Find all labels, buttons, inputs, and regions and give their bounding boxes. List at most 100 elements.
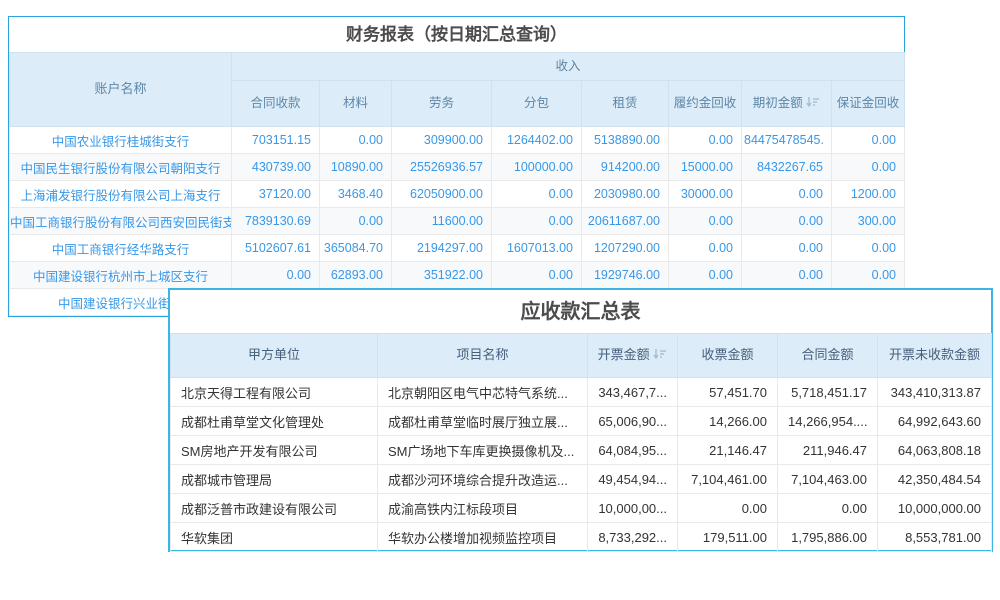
table-cell: 5102607.61 [232, 235, 320, 262]
table-cell: 1607013.00 [492, 235, 582, 262]
table-cell: 25526936.57 [392, 154, 492, 181]
column-header-invoiced-amount[interactable]: 开票金额 [588, 334, 678, 378]
table-cell: 0.00 [669, 262, 742, 289]
table-cell: 8,733,292... [588, 523, 678, 552]
table-cell: 0.00 [832, 154, 905, 181]
table-row: 成都杜甫草堂文化管理处成都杜甫草堂临时展厅独立展...65,006,90...1… [171, 407, 992, 436]
table-row[interactable]: 中国民生银行股份有限公司朝阳支行430739.0010890.002552693… [10, 154, 905, 181]
table-row[interactable]: 中国建设银行杭州市上城区支行0.0062893.00351922.000.001… [10, 262, 905, 289]
column-header-guarantee-deposit-recovery[interactable]: 保证金回收 [832, 81, 905, 127]
table-cell: 上海浦发银行股份有限公司上海支行 [10, 181, 232, 208]
table-cell: 0.00 [492, 262, 582, 289]
table-cell: 1264402.00 [492, 127, 582, 154]
table-cell: 成渝高铁内江标段项目 [378, 494, 588, 523]
table-row: SM房地产开发有限公司SM广场地下车库更换摄像机及...64,084,95...… [171, 436, 992, 465]
table-cell: 0.00 [742, 262, 832, 289]
column-header-initial-amount[interactable]: 期初金额 [742, 81, 832, 127]
table-cell: 49,454,94... [588, 465, 678, 494]
table-cell: 0.00 [320, 127, 392, 154]
table-row: 北京天得工程有限公司北京朝阳区电气中芯特气系统...343,467,7...57… [171, 378, 992, 407]
column-header-account-name: 账户名称 [10, 53, 232, 127]
receivables-summary-body: 北京天得工程有限公司北京朝阳区电气中芯特气系统...343,467,7...57… [171, 378, 992, 552]
table-cell: 1,795,886.00 [778, 523, 878, 552]
table-cell: 10,000,00... [588, 494, 678, 523]
table-cell: 7839130.69 [232, 208, 320, 235]
table-cell: 成都城市管理局 [171, 465, 378, 494]
table-cell: 7,104,461.00 [678, 465, 778, 494]
table-cell: 300.00 [832, 208, 905, 235]
table-cell: 8432267.65 [742, 154, 832, 181]
table-row: 成都城市管理局成都沙河环境综合提升改造运...49,454,94...7,104… [171, 465, 992, 494]
table-cell: 0.00 [232, 262, 320, 289]
table-cell: 0.00 [832, 262, 905, 289]
table-cell: 成都杜甫草堂临时展厅独立展... [378, 407, 588, 436]
table-row[interactable]: 中国工商银行股份有限公司西安回民街支7839130.690.0011600.00… [10, 208, 905, 235]
table-row: 华软集团华软办公楼增加视频监控项目8,733,292...179,511.001… [171, 523, 992, 552]
column-header-contract-amount[interactable]: 合同金额 [778, 334, 878, 378]
table-cell: 42,350,484.54 [878, 465, 992, 494]
table-cell: 914200.00 [582, 154, 669, 181]
table-cell: 179,511.00 [678, 523, 778, 552]
table-cell: 703151.15 [232, 127, 320, 154]
column-header-received-amount[interactable]: 收票金额 [678, 334, 778, 378]
table-cell: 30000.00 [669, 181, 742, 208]
table-cell: 0.00 [669, 235, 742, 262]
table-row[interactable]: 上海浦发银行股份有限公司上海支行37120.003468.4062050900.… [10, 181, 905, 208]
receivables-summary-title: 应收款汇总表 [170, 290, 991, 333]
table-cell: 1207290.00 [582, 235, 669, 262]
table-cell: 0.00 [669, 127, 742, 154]
table-cell: 365084.70 [320, 235, 392, 262]
column-header-contract-receipts[interactable]: 合同收款 [232, 81, 320, 127]
table-cell: 37120.00 [232, 181, 320, 208]
table-row[interactable]: 中国工商银行经华路支行5102607.61365084.702194297.00… [10, 235, 905, 262]
receivables-summary-panel: 应收款汇总表 甲方单位 项目名称 开票金额 [168, 288, 993, 552]
table-cell: 0.00 [492, 181, 582, 208]
sort-amount-icon[interactable] [653, 349, 667, 359]
table-cell: 华软集团 [171, 523, 378, 552]
table-cell: 64,992,643.60 [878, 407, 992, 436]
column-header-materials[interactable]: 材料 [320, 81, 392, 127]
table-cell: 2030980.00 [582, 181, 669, 208]
column-header-performance-deposit-recovery[interactable]: 履约金回收 [669, 81, 742, 127]
table-cell: 北京天得工程有限公司 [171, 378, 378, 407]
table-cell: 64,084,95... [588, 436, 678, 465]
table-cell: 中国工商银行股份有限公司西安回民街支 [10, 208, 232, 235]
column-header-invoiced-unpaid-amount[interactable]: 开票未收款金额 [878, 334, 992, 378]
table-cell: 10890.00 [320, 154, 392, 181]
table-cell: 中国农业银行桂城街支行 [10, 127, 232, 154]
table-cell: 中国民生银行股份有限公司朝阳支行 [10, 154, 232, 181]
table-cell: 1929746.00 [582, 262, 669, 289]
table-cell: 中国工商银行经华路支行 [10, 235, 232, 262]
table-cell: 351922.00 [392, 262, 492, 289]
table-cell: 0.00 [832, 235, 905, 262]
table-cell: 14,266.00 [678, 407, 778, 436]
table-cell: SM房地产开发有限公司 [171, 436, 378, 465]
table-cell: 0.00 [492, 208, 582, 235]
table-cell: 0.00 [742, 181, 832, 208]
column-header-labor[interactable]: 劳务 [392, 81, 492, 127]
table-cell: 65,006,90... [588, 407, 678, 436]
table-cell: 0.00 [678, 494, 778, 523]
table-cell: 0.00 [742, 208, 832, 235]
table-cell: 430739.00 [232, 154, 320, 181]
table-row[interactable]: 中国农业银行桂城街支行703151.150.00309900.001264402… [10, 127, 905, 154]
table-cell: 8,553,781.00 [878, 523, 992, 552]
column-header-party-a-unit[interactable]: 甲方单位 [171, 334, 378, 378]
table-cell: 北京朝阳区电气中芯特气系统... [378, 378, 588, 407]
column-header-project-name[interactable]: 项目名称 [378, 334, 588, 378]
table-cell: 343,410,313.87 [878, 378, 992, 407]
sort-amount-icon[interactable] [806, 97, 820, 107]
table-cell: 21,146.47 [678, 436, 778, 465]
column-header-lease[interactable]: 租赁 [582, 81, 669, 127]
table-cell: 0.00 [742, 235, 832, 262]
table-cell: 7,104,463.00 [778, 465, 878, 494]
table-cell: 成都泛普市政建设有限公司 [171, 494, 378, 523]
table-cell: 11600.00 [392, 208, 492, 235]
table-cell: 10,000,000.00 [878, 494, 992, 523]
column-header-subcontract[interactable]: 分包 [492, 81, 582, 127]
table-cell: 成都杜甫草堂文化管理处 [171, 407, 378, 436]
financial-report-title: 财务报表（按日期汇总查询） [9, 17, 904, 52]
column-header-initial-amount-label: 期初金额 [753, 96, 803, 110]
table-cell: 0.00 [778, 494, 878, 523]
table-row: 成都泛普市政建设有限公司成渝高铁内江标段项目10,000,00...0.000.… [171, 494, 992, 523]
